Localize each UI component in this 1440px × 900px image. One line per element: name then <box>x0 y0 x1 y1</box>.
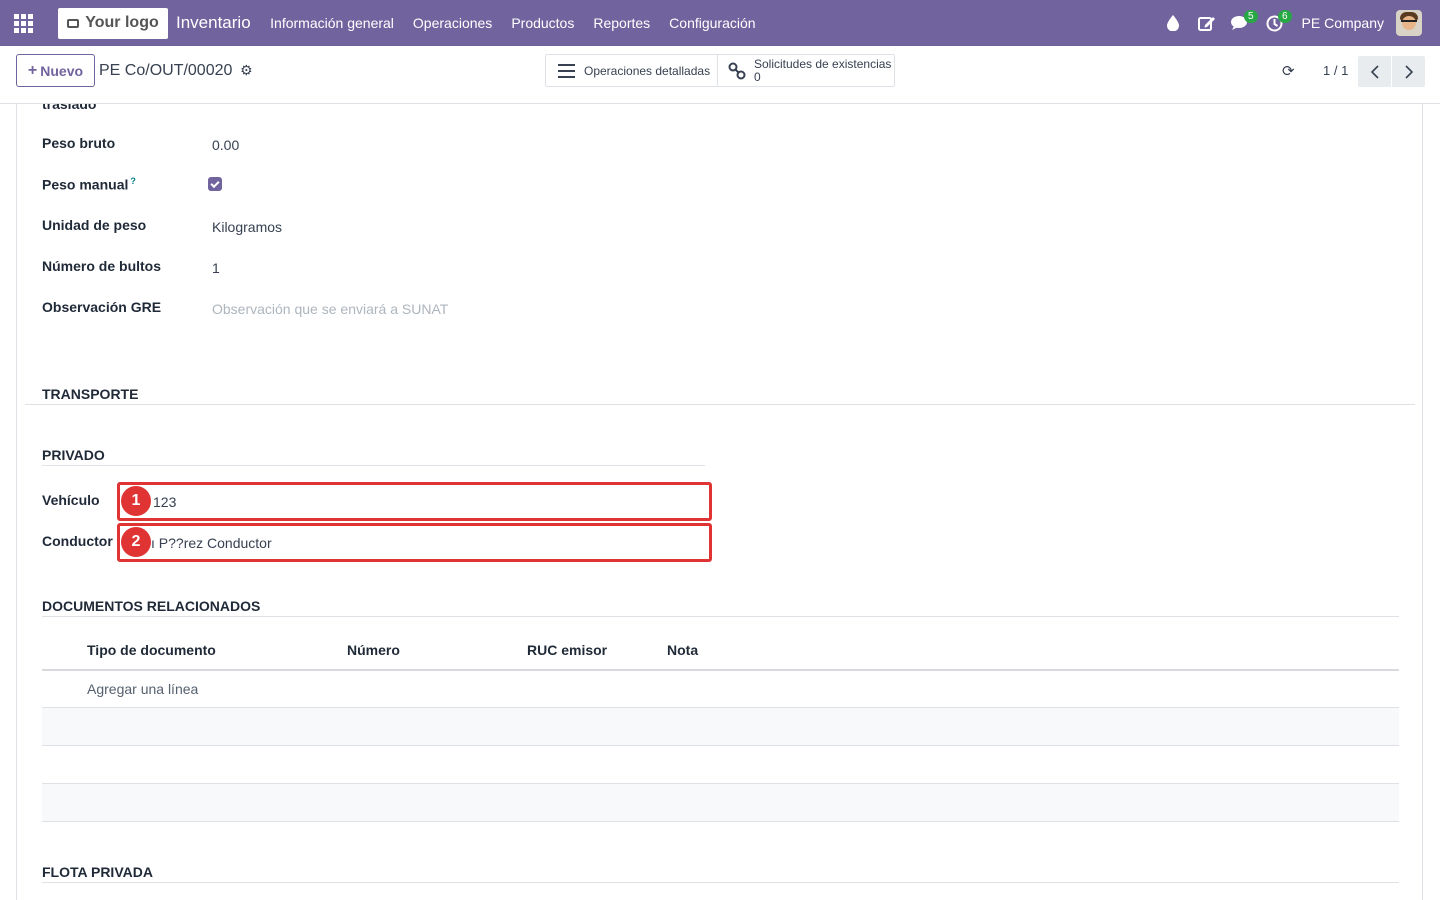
packages-label: Número de bultos <box>42 258 162 274</box>
list-icon <box>558 63 575 78</box>
menu-item-informacion-general[interactable]: Información general <box>261 15 404 31</box>
manual-weight-label-text: Peso manual <box>42 176 129 193</box>
vehicle-label: Vehículo <box>42 492 100 508</box>
detailed-operations-button[interactable]: Operaciones detalladas <box>546 55 718 86</box>
manual-weight-checkbox[interactable] <box>208 177 222 191</box>
highlight-box-vehicle <box>117 482 712 521</box>
menu-item-productos[interactable]: Productos <box>502 15 584 31</box>
messages-badge: 5 <box>1243 10 1258 23</box>
new-button[interactable]: + Nuevo <box>16 54 95 87</box>
user-avatar[interactable] <box>1396 10 1422 36</box>
driver-label: Conductor <box>42 533 113 549</box>
weight-unit-label: Unidad de peso <box>42 217 147 233</box>
chevron-left-icon <box>1370 64 1379 79</box>
table-row <box>42 784 1399 822</box>
section-private: PRIVADO <box>42 447 105 463</box>
marker-1-badge: 1 <box>121 486 151 516</box>
packages-field[interactable]: 1 <box>212 260 220 276</box>
smart-buttons: Operaciones detalladas Solicitudes de ex… <box>545 54 895 87</box>
manual-weight-label: Peso manual? <box>42 176 136 193</box>
gross-weight-field[interactable]: 0.00 <box>212 137 239 153</box>
add-line-link[interactable]: Agregar una línea <box>87 681 198 697</box>
help-tooltip-icon[interactable]: ? <box>130 176 136 186</box>
top-navbar: Your logo Inventario Información general… <box>0 0 1440 46</box>
gre-note-label: Observación GRE <box>42 299 162 315</box>
column-header-note[interactable]: Nota <box>667 642 698 658</box>
pager-next-button[interactable] <box>1392 56 1425 87</box>
main-menu: Información general Operaciones Producto… <box>261 15 765 31</box>
logo-text: Your logo <box>85 14 159 31</box>
pager-previous-button[interactable] <box>1358 56 1391 87</box>
form-sheet: traslado Peso bruto 0.00 Peso manual? Un… <box>16 104 1423 900</box>
divider <box>42 465 705 466</box>
link-icon <box>728 62 746 79</box>
pager-value: 1 / 1 <box>1323 63 1349 78</box>
detailed-operations-label: Operaciones detalladas <box>584 63 711 78</box>
menu-item-operaciones[interactable]: Operaciones <box>403 15 501 31</box>
apps-grid-icon <box>13 13 33 33</box>
gre-note-field[interactable]: Observación que se enviará a SUNAT <box>212 301 448 317</box>
apps-menu-button[interactable] <box>0 0 46 46</box>
table-row <box>42 708 1399 746</box>
plus-icon: + <box>27 61 38 79</box>
divider <box>25 404 1415 405</box>
gross-weight-label: Peso bruto <box>42 135 116 151</box>
activities-badge: 6 <box>1277 10 1292 23</box>
table-row-border <box>42 745 1399 746</box>
menu-item-reportes[interactable]: Reportes <box>584 15 660 31</box>
edit-icon[interactable] <box>1190 0 1224 46</box>
divider <box>42 882 1399 883</box>
activities-icon[interactable]: 6 <box>1258 0 1292 46</box>
company-logo[interactable]: Your logo <box>58 7 168 39</box>
stock-requests-button[interactable]: Solicitudes de existencias 0 <box>718 55 894 86</box>
breadcrumb-record: PE Co/OUT/00020 <box>99 62 233 79</box>
control-panel: + Nuevo PE Co/OUT/00020 ⚙ Operaciones de… <box>0 46 1440 104</box>
marker-2-badge: 2 <box>121 527 151 557</box>
stock-requests-count: 0 <box>754 69 761 84</box>
menu-item-configuracion[interactable]: Configuración <box>660 15 765 31</box>
weight-unit-field[interactable]: Kilogramos <box>212 219 282 235</box>
chevron-right-icon <box>1404 64 1413 79</box>
table-header-border <box>42 669 1399 671</box>
app-name[interactable]: Inventario <box>176 13 251 33</box>
column-header-ruc-issuer[interactable]: RUC emisor <box>527 642 607 658</box>
new-button-label: Nuevo <box>40 62 84 79</box>
divider <box>42 616 1399 617</box>
drop-icon[interactable] <box>1156 0 1190 46</box>
refresh-icon[interactable]: ⟳ <box>1282 62 1295 80</box>
stock-requests-label: Solicitudes de existencias <box>754 56 892 71</box>
gear-icon[interactable]: ⚙ <box>240 62 253 79</box>
camera-icon <box>67 18 80 28</box>
column-header-number[interactable]: Número <box>347 642 400 658</box>
section-related-documents: DOCUMENTOS RELACIONADOS <box>42 598 261 614</box>
section-private-fleet: FLOTA PRIVADA <box>42 864 153 880</box>
company-switcher[interactable]: PE Company <box>1302 15 1384 31</box>
section-transport: TRANSPORTE <box>42 386 139 402</box>
column-header-document-type[interactable]: Tipo de documento <box>87 642 216 658</box>
cut-off-label: traslado <box>42 104 97 112</box>
highlight-box-driver <box>117 523 712 562</box>
table-row-border <box>42 821 1399 822</box>
navbar-systray: 5 6 PE Company <box>1156 0 1440 46</box>
messages-icon[interactable]: 5 <box>1224 0 1258 46</box>
